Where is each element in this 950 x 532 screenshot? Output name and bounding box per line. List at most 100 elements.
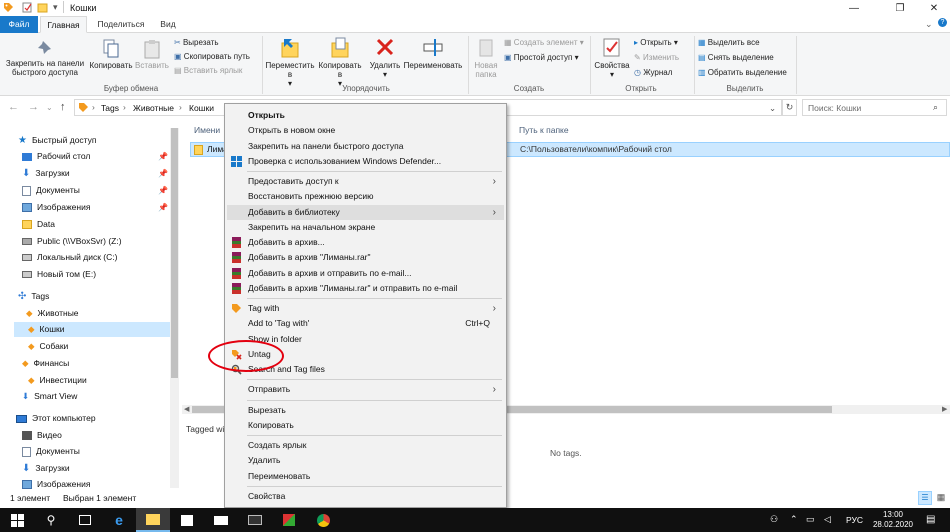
menu-item-13[interactable]: Add to 'Tag with' Ctrl+Q <box>227 316 504 331</box>
menu-item-9[interactable]: Добавить в архив "Лиманы.rar" <box>227 250 504 265</box>
refresh-button[interactable]: ↻ <box>782 99 797 116</box>
scroll-right-icon[interactable]: ▶ <box>942 405 947 413</box>
notifications-icon[interactable]: ▤ <box>926 514 935 525</box>
tab-view[interactable]: Вид <box>153 16 183 33</box>
menu-item-20[interactable]: Создать ярлык <box>227 438 504 453</box>
column-header-path[interactable]: Путь к папке <box>519 125 569 135</box>
history-button[interactable]: ◷ Журнал <box>634 67 672 79</box>
breadcrumb-cats[interactable]: Кошки <box>189 103 214 113</box>
menu-item-7[interactable]: Закрепить на начальном экране <box>227 220 504 235</box>
menu-item-6[interactable]: Добавить в библиотеку › <box>227 204 504 220</box>
terminal-button[interactable] <box>238 508 272 532</box>
back-arrow-icon[interactable]: ← <box>8 101 19 113</box>
nav-item-pictures[interactable]: Изображения <box>22 200 90 215</box>
tab-home[interactable]: Главная <box>40 16 87 33</box>
nav-scroll-thumb[interactable] <box>171 128 178 378</box>
nav-tag-animals[interactable]: ◆ Животные <box>26 306 79 321</box>
up-arrow-icon[interactable]: ↑ <box>60 101 66 113</box>
menu-item-1[interactable]: Открыть в новом окне <box>227 123 504 138</box>
menu-item-19[interactable]: Копировать <box>227 418 504 433</box>
menu-item-3[interactable]: Проверка с использованием Windows Defend… <box>227 154 504 169</box>
quick-access-dropdown-icon[interactable]: ▾ <box>53 2 58 13</box>
pinned-icon[interactable]: 📌 <box>158 203 168 212</box>
pinned-icon[interactable]: 📌 <box>158 186 168 195</box>
mail-button[interactable] <box>204 508 238 532</box>
scroll-left-icon[interactable]: ◀ <box>184 405 189 413</box>
store-button[interactable] <box>170 508 204 532</box>
nav-this-pc[interactable]: Этот компьютер <box>16 411 96 426</box>
start-button[interactable] <box>0 508 34 532</box>
properties-quick-icon[interactable] <box>22 2 33 13</box>
ribbon-collapse-icon[interactable]: ⌄ <box>925 19 933 30</box>
new-folder-button[interactable]: Новая папка <box>470 37 502 79</box>
copy-path-button[interactable]: ▣ Скопировать путь <box>174 51 250 63</box>
menu-item-17[interactable]: Отправить › <box>227 382 504 397</box>
tagging-app-button[interactable] <box>272 508 306 532</box>
nav-item-local-disk[interactable]: Локальный диск (C:) <box>22 250 117 265</box>
nav-item-new-volume[interactable]: Новый том (E:) <box>22 267 96 282</box>
search-button[interactable]: ⚲ <box>34 508 68 532</box>
task-view-button[interactable] <box>68 508 102 532</box>
copy-to-button[interactable]: Копировать в ▾ <box>316 37 364 88</box>
nav-pc-video[interactable]: Видео <box>22 428 62 443</box>
menu-item-21[interactable]: Удалить <box>227 453 504 468</box>
nav-item-desktop[interactable]: Рабочий стол <box>22 149 90 164</box>
new-item-button[interactable]: ▦ Создать элемент ▾ <box>504 37 584 49</box>
paste-button[interactable]: Вставить <box>134 39 170 70</box>
nav-item-public[interactable]: Public (\\VBoxSvr) (Z:) <box>22 234 122 249</box>
menu-item-10[interactable]: Добавить в архив и отправить по e-mail..… <box>227 266 504 281</box>
nav-pc-downloads[interactable]: ⬇ Загрузки <box>22 461 70 476</box>
pin-quick-access-button[interactable]: Закрепить на панели быстрого доступа <box>4 39 86 77</box>
nav-tag-smart-view[interactable]: ⬇ Smart View <box>22 389 77 404</box>
easy-access-button[interactable]: ▣ Простой доступ ▾ <box>504 52 579 64</box>
rename-button[interactable]: Переименовать <box>402 37 464 70</box>
tray-overflow-icon[interactable]: ⌃ <box>790 514 798 525</box>
open-button[interactable]: ▸ Открыть ▾ <box>634 37 678 49</box>
clock[interactable]: 13:00 28.02.2020 <box>868 510 918 530</box>
edit-button[interactable]: ✎ Изменить <box>634 52 679 64</box>
help-icon[interactable]: ? <box>938 18 947 27</box>
menu-item-22[interactable]: Переименовать <box>227 469 504 484</box>
delete-button[interactable]: Удалить ▾ <box>366 37 404 79</box>
edge-button[interactable]: e <box>102 508 136 532</box>
menu-item-18[interactable]: Вырезать <box>227 403 504 418</box>
nav-item-documents[interactable]: Документы <box>22 183 80 198</box>
move-to-button[interactable]: Переместить в ▾ <box>264 37 316 88</box>
address-dropdown-icon[interactable]: ⌄ <box>769 103 776 114</box>
new-folder-quick-icon[interactable] <box>37 2 48 13</box>
breadcrumb-animals[interactable]: Животные <box>133 103 174 113</box>
properties-button[interactable]: Свойства ▾ <box>592 37 632 79</box>
nav-tag-dogs[interactable]: ◆ Собаки <box>28 339 68 354</box>
nav-tag-cats[interactable]: ◆ Кошки <box>14 322 170 337</box>
menu-item-8[interactable]: Добавить в архив... <box>227 235 504 250</box>
nav-tag-finance[interactable]: ◆ Финансы <box>22 356 69 371</box>
nav-pc-documents[interactable]: Документы <box>22 444 80 459</box>
chrome-button[interactable] <box>306 508 340 532</box>
nav-quick-access[interactable]: ★ Быстрый доступ <box>18 133 97 148</box>
forward-arrow-icon[interactable]: → <box>28 101 39 113</box>
nav-item-downloads[interactable]: ⬇ Загрузки <box>22 166 70 181</box>
cut-button[interactable]: ✂ Вырезать <box>174 37 219 49</box>
select-all-button[interactable]: ▦ Выделить все <box>698 37 760 49</box>
menu-item-23[interactable]: Свойства <box>227 489 504 504</box>
menu-item-2[interactable]: Закрепить на панели быстрого доступа <box>227 139 504 154</box>
menu-item-0[interactable]: Открыть <box>227 108 504 123</box>
pinned-icon[interactable]: 📌 <box>158 152 168 161</box>
explorer-button[interactable] <box>136 508 170 532</box>
menu-item-4[interactable]: Предоставить доступ к › <box>227 174 504 189</box>
pinned-icon[interactable]: 📌 <box>158 169 168 178</box>
minimize-button[interactable]: — <box>838 0 870 16</box>
menu-item-12[interactable]: Tag with › <box>227 301 504 316</box>
paste-shortcut-button[interactable]: ▤ Вставить ярлык <box>174 65 242 77</box>
search-input[interactable]: Поиск: Кошки ⌕ <box>802 99 947 116</box>
select-none-button[interactable]: ▤ Снять выделение <box>698 52 774 64</box>
tab-share[interactable]: Поделиться <box>92 16 150 33</box>
menu-item-5[interactable]: Восстановить прежнюю версию <box>227 189 504 204</box>
details-view-icon[interactable]: ☰ <box>918 491 932 505</box>
recent-dropdown-icon[interactable]: ⌄ <box>46 103 53 112</box>
copy-button[interactable]: Копировать <box>88 39 134 70</box>
network-icon[interactable]: ▭ <box>806 514 815 525</box>
menu-item-11[interactable]: Добавить в архив "Лиманы.rar" и отправит… <box>227 281 504 296</box>
volume-icon[interactable]: ◁ <box>824 514 831 525</box>
nav-tags[interactable]: ✣ Tags <box>18 289 49 304</box>
